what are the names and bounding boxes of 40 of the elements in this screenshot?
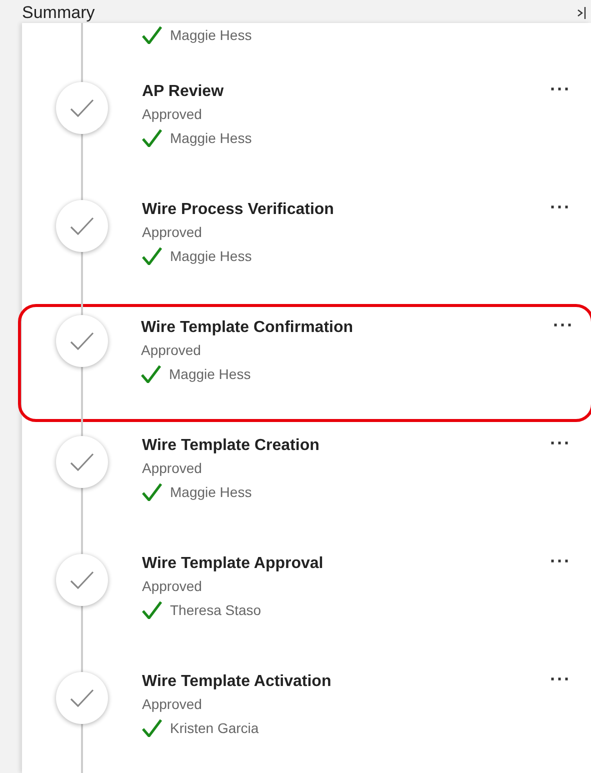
- check-icon: [70, 332, 94, 350]
- check-icon: [70, 99, 94, 117]
- check-icon: [70, 217, 94, 235]
- step-title: AP Review: [142, 82, 224, 102]
- more-button[interactable]: ···: [551, 316, 576, 334]
- check-icon: [142, 719, 162, 737]
- step-title: Wire Process Verification: [142, 200, 334, 220]
- panel-title: Summary: [22, 3, 95, 23]
- more-button[interactable]: ···: [548, 670, 573, 688]
- more-button[interactable]: ···: [548, 552, 573, 570]
- approver-name: Maggie Hess: [170, 483, 252, 502]
- step-status: Approved: [142, 105, 202, 124]
- check-icon: [142, 247, 162, 265]
- check-icon: [142, 483, 162, 501]
- check-icon: [142, 129, 162, 147]
- step-status: Approved: [142, 223, 202, 242]
- more-button[interactable]: ···: [548, 198, 573, 216]
- check-icon: [142, 26, 162, 44]
- approver-name: Kristen Garcia: [170, 719, 259, 738]
- more-button[interactable]: ···: [548, 434, 573, 452]
- step-status: Approved: [142, 459, 202, 478]
- approver-name: Maggie Hess: [170, 27, 252, 43]
- step-title: Wire Template Confirmation: [141, 318, 354, 338]
- step-title: Wire Template Activation: [142, 672, 332, 692]
- approver-name: Maggie Hess: [170, 129, 252, 148]
- check-icon: [141, 365, 161, 383]
- check-icon: [70, 453, 94, 471]
- more-button[interactable]: ···: [548, 80, 573, 98]
- collapse-icon[interactable]: [577, 7, 587, 19]
- approver-name: Maggie Hess: [169, 365, 251, 384]
- step-status: Approved: [141, 341, 201, 360]
- check-icon: [70, 689, 94, 707]
- approver-name: Maggie Hess: [170, 247, 252, 266]
- step-title: Wire Template Approval: [142, 554, 324, 574]
- check-icon: [70, 571, 94, 589]
- step-status: Approved: [142, 695, 202, 714]
- step-title: Wire Template Creation: [142, 436, 320, 456]
- approver-name: Theresa Staso: [170, 601, 262, 620]
- check-icon: [142, 601, 162, 619]
- step-status: Approved: [142, 577, 202, 596]
